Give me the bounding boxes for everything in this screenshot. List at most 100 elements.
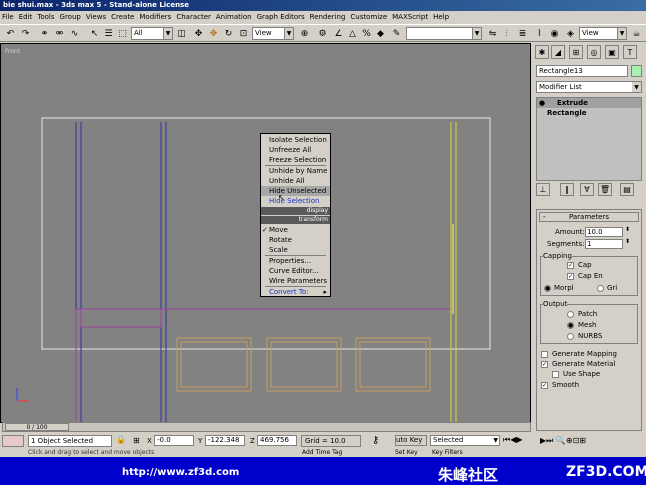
menu-views[interactable]: Views: [84, 13, 108, 21]
select-move-icon[interactable]: ✥: [192, 27, 205, 40]
make-unique-icon[interactable]: ∀: [580, 183, 594, 196]
cap-end-checkbox[interactable]: ✓: [567, 273, 574, 280]
grid-radio[interactable]: [597, 285, 604, 292]
remove-modifier-icon[interactable]: 🗑: [598, 183, 612, 196]
spinner-arrows-icon[interactable]: ⬍: [625, 226, 630, 233]
scale-icon[interactable]: ⊡: [237, 27, 250, 40]
move-icon[interactable]: ✥: [207, 27, 220, 40]
selection-filter-dropdown[interactable]: All ▼: [131, 27, 173, 40]
cap-start-checkbox[interactable]: ✓: [567, 262, 574, 269]
material-editor-icon[interactable]: ◉: [548, 27, 561, 40]
menu-modifiers[interactable]: Modifiers: [137, 13, 173, 21]
nurbs-radio[interactable]: [567, 333, 574, 340]
show-end-result-icon[interactable]: ‖: [560, 183, 574, 196]
absolute-mode-icon[interactable]: ⊞: [133, 436, 140, 445]
rotate-icon[interactable]: ↻: [222, 27, 235, 40]
select-manipulate-icon[interactable]: ⚙: [316, 27, 329, 40]
menu-curve-editor[interactable]: Curve Editor...: [261, 266, 330, 276]
use-shape-checkbox[interactable]: [552, 371, 559, 378]
go-to-end-icon[interactable]: ⏭: [546, 436, 553, 445]
lightbulb-icon[interactable]: ●: [539, 98, 545, 108]
create-tab-icon[interactable]: ✱: [535, 45, 549, 59]
menu-rotate[interactable]: Rotate: [261, 235, 330, 245]
time-slider[interactable]: 0 / 100: [2, 422, 531, 432]
menu-group[interactable]: Group: [58, 13, 83, 21]
menu-unhide-all[interactable]: Unhide All: [261, 176, 330, 186]
display-tab-icon[interactable]: ▣: [605, 45, 619, 59]
menu-isolate-selection[interactable]: Isolate Selection: [261, 135, 330, 145]
time-slider-thumb[interactable]: 0 / 100: [5, 423, 69, 431]
motion-tab-icon[interactable]: ◎: [587, 45, 601, 59]
menu-move[interactable]: ✓ Move: [261, 225, 330, 235]
modify-tab-icon[interactable]: ◢: [551, 45, 565, 59]
percent-snap-icon[interactable]: %: [360, 27, 373, 40]
unlink-icon[interactable]: ⚮: [53, 27, 66, 40]
menu-edit[interactable]: Edit: [17, 13, 35, 21]
hierarchy-tab-icon[interactable]: ⊞: [569, 45, 583, 59]
menu-unfreeze-all[interactable]: Unfreeze All: [261, 145, 330, 155]
y-coordinate-field[interactable]: -122.348: [205, 435, 245, 446]
align-icon[interactable]: ⫶: [500, 27, 513, 40]
x-coordinate-field[interactable]: -0.0: [154, 435, 194, 446]
lock-icon[interactable]: 🔒: [116, 435, 126, 444]
object-name-field[interactable]: Rectangle13: [536, 65, 628, 77]
zoom-extents-all-icon[interactable]: ⊞: [579, 436, 586, 445]
menu-scale[interactable]: Scale: [261, 245, 330, 255]
generate-mapping-checkbox[interactable]: [541, 351, 548, 358]
menu-file[interactable]: File: [0, 13, 16, 21]
layer-manager-icon[interactable]: ≣: [516, 27, 529, 40]
segments-spinner[interactable]: 1: [585, 239, 623, 249]
spinner-arrows-icon[interactable]: ⬍: [625, 238, 630, 245]
snap-toggle-icon[interactable]: ∠: [332, 27, 345, 40]
mesh-radio[interactable]: ●: [567, 322, 574, 329]
play-icon[interactable]: ▶: [516, 435, 522, 444]
morph-radio[interactable]: ●: [544, 285, 551, 292]
stack-item-rectangle[interactable]: Rectangle: [537, 108, 641, 118]
zoom-all-icon[interactable]: ⊕: [566, 436, 573, 445]
mirror-icon[interactable]: ⇋: [486, 27, 499, 40]
menu-hide-selection[interactable]: Hide Selection: [261, 196, 330, 206]
menu-tools[interactable]: Tools: [35, 13, 56, 21]
select-object-icon[interactable]: ↖: [88, 27, 101, 40]
key-icon[interactable]: ⚷: [372, 435, 379, 446]
pin-stack-icon[interactable]: ⊥: [536, 183, 550, 196]
site-url[interactable]: http://www.zf3d.com: [122, 467, 239, 478]
menu-wire-parameters[interactable]: Wire Parameters: [261, 276, 330, 286]
menu-help[interactable]: Help: [431, 13, 451, 21]
modifier-list-dropdown[interactable]: Modifier List ▼: [536, 81, 642, 93]
amount-spinner[interactable]: 10.0: [585, 227, 623, 237]
menu-unhide-by-name[interactable]: Unhide by Name: [261, 166, 330, 176]
configure-sets-icon[interactable]: ▤: [620, 183, 634, 196]
menu-create[interactable]: Create: [109, 13, 136, 21]
menu-animation[interactable]: Animation: [214, 13, 254, 21]
smooth-checkbox[interactable]: ✓: [541, 382, 548, 389]
auto-key-button[interactable]: uto Key: [395, 435, 427, 446]
menu-convert-to[interactable]: Convert To: ▸: [261, 287, 330, 297]
key-mode-dropdown[interactable]: Selected ▼: [430, 435, 500, 446]
window-crossing-icon[interactable]: ◫: [175, 27, 188, 40]
stack-item-extrude[interactable]: ● Extrude: [537, 98, 641, 108]
angle-snap-icon[interactable]: △: [346, 27, 359, 40]
curve-editor-icon[interactable]: ⌇: [533, 27, 546, 40]
menu-character[interactable]: Character: [174, 13, 213, 21]
menu-freeze-selection[interactable]: Freeze Selection: [261, 155, 330, 165]
redo-icon[interactable]: ↷: [19, 27, 32, 40]
reference-coord-dropdown[interactable]: View ▼: [252, 27, 294, 40]
bind-space-warp-icon[interactable]: ∿: [68, 27, 81, 40]
menu-properties[interactable]: Properties...: [261, 256, 330, 266]
render-scene-icon[interactable]: ◈: [564, 27, 577, 40]
add-time-tag[interactable]: Add Time Tag: [302, 449, 364, 457]
object-color-swatch[interactable]: [631, 65, 642, 77]
edit-named-sel-icon[interactable]: ✎: [390, 27, 403, 40]
set-key-button[interactable]: Set Key: [395, 449, 427, 457]
generate-material-checkbox[interactable]: ✓: [541, 361, 548, 368]
quick-render-icon[interactable]: ☕: [630, 27, 643, 40]
maxscript-listener[interactable]: [2, 435, 24, 447]
link-icon[interactable]: ⚭: [38, 27, 51, 40]
menu-maxscript[interactable]: MAXScript: [390, 13, 430, 21]
pivot-center-icon[interactable]: ⊕: [298, 27, 311, 40]
z-coordinate-field[interactable]: 469.756: [257, 435, 297, 446]
parameters-header[interactable]: - Parameters: [539, 212, 639, 222]
spinner-snap-icon[interactable]: ◆: [374, 27, 387, 40]
patch-radio[interactable]: [567, 311, 574, 318]
